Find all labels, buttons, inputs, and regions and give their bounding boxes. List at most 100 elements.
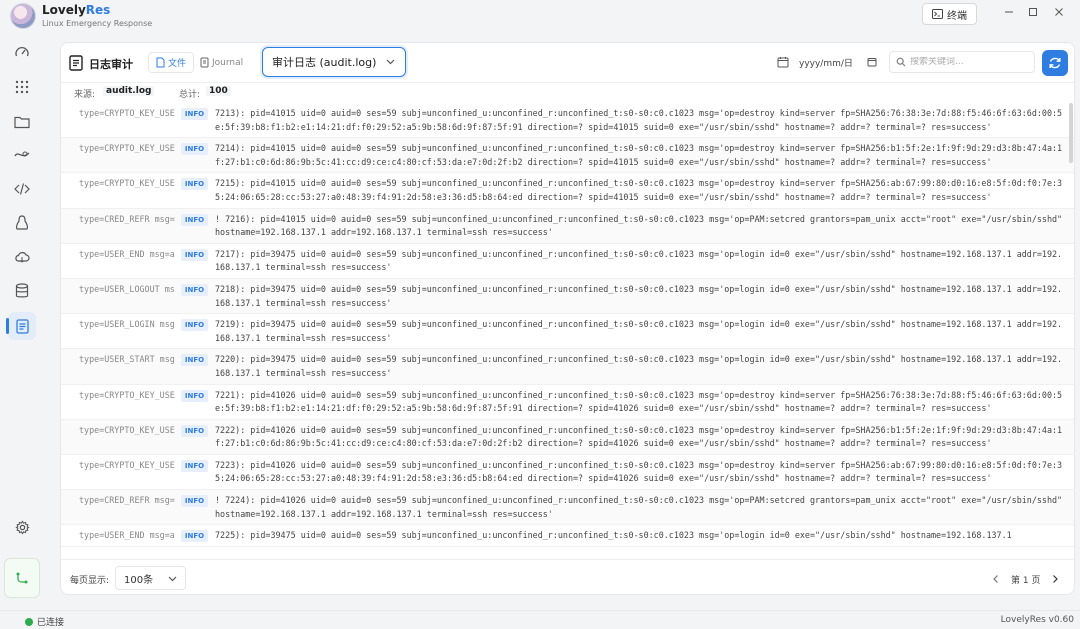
log-level-badge: INFO (181, 213, 208, 226)
search-input[interactable] (910, 57, 1030, 67)
log-row[interactable]: type=CRED_REFR msg= INFO ! 7216): pid=4101… (61, 208, 1074, 244)
close-icon (1055, 8, 1063, 16)
log-message: 7221): pid=41026 uid=0 auid=0 ses=59 sub… (215, 389, 1063, 414)
page-title: 日志审计 (89, 58, 133, 71)
sidebar-item-cloud[interactable] (8, 243, 36, 271)
log-row[interactable]: type=CRYPTO_KEY_USE INFO 7222): pid=41026 … (61, 419, 1074, 455)
log-message: 7213): pid=41015 uid=0 auid=0 ses=59 sub… (215, 108, 1063, 132)
log-type: type=USER_START msg (79, 354, 175, 365)
minimize-button[interactable] (1000, 6, 1018, 22)
log-level-badge: INFO (181, 389, 208, 402)
calendar-icon (777, 57, 789, 68)
tab-journal[interactable]: Journal (200, 52, 243, 73)
log-type: type=CRYPTO_KEY_USE (79, 389, 175, 400)
log-source-value: 审计日志 (audit.log) (272, 56, 377, 69)
app-logo (10, 3, 36, 29)
log-level-badge: INFO (181, 283, 208, 296)
maximize-button[interactable] (1024, 6, 1042, 22)
sidebar (0, 34, 44, 609)
log-message: 7215): pid=41015 uid=0 auid=0 ses=59 sub… (215, 178, 1063, 202)
log-level-badge: INFO (181, 354, 208, 367)
per-page-label: 每页显示: (70, 576, 110, 586)
log-type: type=CRED_REFR msg= (79, 495, 175, 506)
tab-file[interactable]: 文件 (148, 52, 194, 73)
log-message: 7219): pid=39475 uid=0 auid=0 ses=59 sub… (215, 319, 1063, 343)
log-message: 7214): pid=41015 uid=0 auid=0 ses=59 sub… (215, 143, 1063, 167)
connection-status-text: 已连接 (37, 618, 65, 628)
log-row[interactable]: type=CRED_REFR msg= INFO ! 7224): pid=4102… (61, 490, 1074, 526)
maximize-icon (1029, 8, 1037, 16)
log-level-badge: INFO (181, 530, 208, 543)
sidebar-item-settings[interactable] (8, 513, 36, 541)
log-row[interactable]: type=CRYPTO_KEY_USE INFO 7223): pid=41026 … (61, 455, 1074, 491)
status-dot-icon (25, 617, 33, 626)
app-subtitle: Linux Emergency Response (42, 19, 153, 28)
title-bar: LovelyRes Linux Emergency Response 终端 (0, 0, 1080, 34)
chevron-left-icon[interactable] (991, 574, 1001, 584)
log-message: 7218): pid=39475 uid=0 auid=0 ses=59 sub… (215, 283, 1063, 308)
connection-button[interactable] (4, 558, 40, 598)
log-row[interactable]: type=CRYPTO_KEY_USE INFO 7213): pid=41015 … (61, 103, 1074, 139)
log-type: type=CRYPTO_KEY_USE (79, 143, 175, 154)
code-icon (14, 183, 30, 195)
log-source-select[interactable]: 审计日志 (audit.log) (262, 47, 406, 77)
journal-icon (200, 57, 209, 68)
log-level-badge: INFO (181, 248, 208, 261)
pagination-footer: 每页显示: 100条 第 1 页 (61, 559, 1074, 594)
connection-status: 已连接 (25, 615, 64, 628)
log-row[interactable]: type=CRYPTO_KEY_USE INFO 7214): pid=41015 … (61, 138, 1074, 174)
apps-grid-icon (15, 80, 29, 94)
log-level-badge: INFO (181, 108, 208, 120)
page-indicator: 第 1 页 (1011, 575, 1041, 586)
search-box[interactable] (889, 51, 1035, 73)
date-input[interactable]: yyyy/mm/日 (799, 56, 853, 69)
scrollbar[interactable] (1069, 103, 1073, 163)
log-info-bar: 来源: audit.log 总计: 100 (61, 83, 1074, 102)
log-row[interactable]: type=USER_END msg=a INFO 7217): pid=39475 … (61, 244, 1074, 279)
per-page-select[interactable]: 100条 (115, 566, 186, 590)
sidebar-item-apps[interactable] (8, 73, 36, 101)
log-level-badge: INFO (181, 459, 208, 472)
refresh-button[interactable] (1042, 50, 1068, 76)
sidebar-item-network[interactable] (8, 141, 36, 169)
log-type: type=USER_END msg=a (79, 248, 175, 259)
log-level-badge: INFO (181, 495, 208, 508)
status-bar: 已连接 LovelyRes v0.60 (0, 610, 1080, 629)
sidebar-item-code[interactable] (8, 175, 36, 203)
log-row[interactable]: type=USER_LOGOUT ms INFO 7218): pid=39475 … (61, 278, 1074, 315)
terminal-icon (932, 9, 943, 19)
refresh-icon (1049, 57, 1061, 69)
network-icon (14, 151, 30, 157)
log-type: type=CRYPTO_KEY_USE (79, 108, 175, 118)
folder-icon (14, 116, 30, 129)
pager: 第 1 页 (991, 571, 1060, 587)
log-row[interactable]: type=USER_START msg INFO 7220): pid=39475 … (61, 349, 1074, 385)
chevron-right-icon[interactable] (1050, 574, 1060, 584)
dashboard-gauge-icon (15, 46, 29, 57)
log-type: type=CRYPTO_KEY_USE (79, 459, 175, 470)
search-icon (896, 57, 906, 67)
app-version: LovelyRes v0.60 (1000, 615, 1074, 625)
total-value: 100 (206, 86, 231, 96)
log-type: type=USER_LOGOUT ms (79, 283, 175, 294)
sidebar-item-logs[interactable] (6, 312, 36, 340)
database-icon (15, 283, 29, 298)
sidebar-item-database[interactable] (8, 277, 36, 305)
log-message: 7225): pid=39475 uid=0 auid=0 ses=59 sub… (215, 530, 1012, 541)
sidebar-item-files[interactable] (8, 108, 36, 136)
log-row[interactable]: type=USER_END msg=a INFO 7225): pid=39475 … (61, 525, 1074, 547)
log-message: 7217): pid=39475 uid=0 auid=0 ses=59 sub… (215, 248, 1063, 273)
date-filter[interactable]: yyyy/mm/日 (777, 52, 877, 72)
document-log-icon (15, 318, 29, 334)
sidebar-item-dashboard[interactable] (8, 39, 36, 67)
terminal-button[interactable]: 终端 (922, 3, 977, 25)
log-row[interactable]: type=USER_LOGIN msg INFO 7219): pid=39475 … (61, 314, 1074, 350)
log-level-badge: INFO (181, 319, 208, 332)
calendar-picker-icon[interactable] (867, 57, 877, 67)
log-list[interactable]: type=CRYPTO_KEY_USE INFO 7213): pid=41015 … (61, 103, 1074, 558)
sidebar-item-linux[interactable] (8, 209, 36, 237)
log-row[interactable]: type=CRYPTO_KEY_USE INFO 7215): pid=41015 … (61, 173, 1074, 209)
log-type: type=CRYPTO_KEY_USE (79, 178, 175, 189)
log-row[interactable]: type=CRYPTO_KEY_USE INFO 7221): pid=41026 … (61, 385, 1074, 420)
close-button[interactable] (1050, 6, 1068, 22)
